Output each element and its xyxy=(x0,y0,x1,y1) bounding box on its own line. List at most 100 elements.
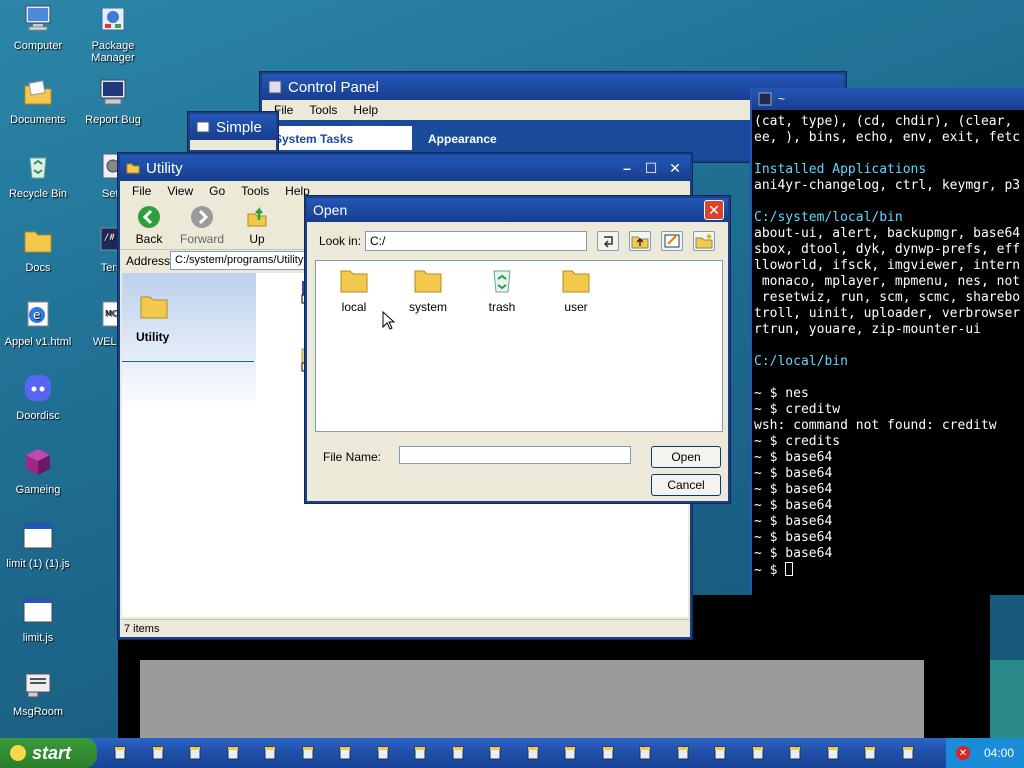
close-button[interactable]: ✕ xyxy=(704,200,724,220)
up-one-level-button[interactable] xyxy=(629,231,651,251)
utility-titlebar[interactable]: Utility – ☐ ✕ xyxy=(120,155,690,181)
taskbar-app-button[interactable] xyxy=(602,746,614,760)
menu-view[interactable]: View xyxy=(159,184,201,198)
desktop-icon-gameing[interactable]: Gameing xyxy=(0,446,76,496)
terminal-prompt[interactable]: ~ $ xyxy=(754,562,1022,579)
taskbar-app-button[interactable] xyxy=(677,746,689,760)
taskbar-app-button[interactable] xyxy=(264,746,276,760)
taskbar-app-button[interactable] xyxy=(377,746,389,760)
look-in-select[interactable]: C:/ xyxy=(365,231,587,251)
taskbar-app-button[interactable] xyxy=(564,746,576,760)
desktop-icon-report-bug[interactable]: Report Bug xyxy=(75,76,151,126)
desktop-icon-msgroom[interactable]: MsgRoom xyxy=(0,668,76,718)
app-icon xyxy=(189,746,201,760)
edit-button[interactable] xyxy=(661,231,683,251)
desktop-icon-docs[interactable]: Docs xyxy=(0,224,76,274)
app-icon xyxy=(414,746,426,760)
menu-tools[interactable]: Tools xyxy=(233,184,277,198)
desktop-icon-computer[interactable]: Computer xyxy=(0,2,76,52)
open-button[interactable]: Open xyxy=(651,446,721,468)
terminal-line: ~ $ base64 xyxy=(754,466,833,481)
desktop-icon-package-manager[interactable]: Package Manager xyxy=(75,2,151,64)
app-icon xyxy=(527,746,538,760)
open-dialog[interactable]: Open ✕ Look in: C:/ local system trash u… xyxy=(305,196,730,503)
taskbar-app-button[interactable] xyxy=(714,746,726,760)
menu-go[interactable]: Go xyxy=(201,184,233,198)
system-tasks-header[interactable]: System Tasks xyxy=(268,126,412,150)
taskbar-app-button[interactable] xyxy=(639,746,651,760)
simple-titlebar[interactable]: Simple xyxy=(190,114,276,140)
taskbar-app-button[interactable] xyxy=(452,746,464,760)
up-label: Up xyxy=(249,232,265,246)
desktop-icon-recycle-bin[interactable]: Recycle Bin xyxy=(0,150,76,200)
error-icon[interactable]: ✕ xyxy=(956,746,970,760)
taskbar-app-button[interactable] xyxy=(789,746,801,760)
taskbar-app-button[interactable] xyxy=(189,746,201,760)
game-cube-icon xyxy=(26,449,50,475)
computer-icon xyxy=(25,5,51,31)
desktop-icon-doordisc[interactable]: Doordisc xyxy=(0,372,76,422)
documents-folder-icon xyxy=(24,80,52,105)
terminal-line: ~ $ nes xyxy=(754,386,809,401)
terminal-output[interactable]: (cat, type), (cd, chdir), (clear, ee, ), … xyxy=(752,110,1024,590)
taskbar-app-button[interactable] xyxy=(902,746,914,760)
up-button[interactable]: Up xyxy=(242,205,272,246)
smiley-icon xyxy=(10,745,26,761)
folder-icon xyxy=(340,270,368,293)
desktop-icon-limit[interactable]: limit.js xyxy=(0,594,76,644)
app-icon xyxy=(227,746,238,760)
start-button[interactable]: start xyxy=(0,738,97,768)
taskbar-app-button[interactable] xyxy=(864,746,876,760)
menu-tools[interactable]: Tools xyxy=(301,103,345,117)
side-title: Utility xyxy=(136,330,170,344)
taskbar-app-button[interactable] xyxy=(302,746,314,760)
terminal-line: Installed Applications xyxy=(754,162,927,177)
simple-window[interactable]: Simple xyxy=(188,112,278,152)
desktop-icon-label: MsgRoom xyxy=(12,706,64,718)
window-title: Simple xyxy=(216,118,262,136)
start-label: start xyxy=(32,742,72,763)
desktop-icon-appel[interactable]: e Appel v1.html xyxy=(0,298,76,348)
taskbar-app-button[interactable] xyxy=(527,746,539,760)
taskbar-app-button[interactable] xyxy=(827,746,839,760)
go-to-parent-button[interactable] xyxy=(597,231,619,251)
menu-help[interactable]: Help xyxy=(345,103,386,117)
svg-text:e: e xyxy=(33,308,40,322)
terminal-window[interactable]: ~ (cat, type), (cd, chdir), (clear, ee, )… xyxy=(750,88,1024,595)
close-button[interactable]: ✕ xyxy=(666,159,684,177)
desktop-icon-limit-1-1[interactable]: limit (1) (1).js xyxy=(0,520,76,570)
taskbar-app-button[interactable] xyxy=(339,746,351,760)
minimize-button[interactable]: – xyxy=(618,159,636,177)
taskbar-app-button[interactable] xyxy=(152,746,164,760)
desktop-icon-documents[interactable]: Documents xyxy=(0,76,76,126)
taskbar-app-button[interactable] xyxy=(414,746,426,760)
taskbar-app-button[interactable] xyxy=(489,746,501,760)
back-arrow-icon xyxy=(138,206,160,228)
file-list[interactable]: local system trash user xyxy=(315,260,723,432)
folder-item-system[interactable]: system xyxy=(398,267,458,314)
taskbar-app-button[interactable] xyxy=(114,746,126,760)
terminal-titlebar[interactable]: ~ xyxy=(752,88,1024,110)
background-window-body xyxy=(140,660,924,738)
back-label: Back xyxy=(135,232,163,246)
app-icon xyxy=(114,746,126,760)
menu-file[interactable]: File xyxy=(124,184,159,198)
appearance-link[interactable]: Appearance xyxy=(428,132,497,146)
cancel-button[interactable]: Cancel xyxy=(651,474,721,496)
terminal-line: ~ $ credits xyxy=(754,434,841,449)
forward-arrow-icon xyxy=(191,206,213,228)
up-folder-icon xyxy=(247,206,267,227)
back-button[interactable]: Back xyxy=(132,205,166,246)
folder-item-trash[interactable]: trash xyxy=(472,267,532,314)
new-folder-button[interactable] xyxy=(693,231,715,251)
file-name-input[interactable] xyxy=(399,446,631,464)
look-in-label: Look in: xyxy=(319,234,362,248)
taskbar-app-button[interactable] xyxy=(752,746,764,760)
folder-item-local[interactable]: local xyxy=(324,267,384,314)
folder-item-user[interactable]: user xyxy=(546,267,606,314)
maximize-button[interactable]: ☐ xyxy=(642,159,660,177)
address-input[interactable]: C:/system/programs/Utility xyxy=(170,251,310,270)
open-titlebar[interactable]: Open ✕ xyxy=(307,198,728,222)
taskbar-app-button[interactable] xyxy=(227,746,239,760)
forward-button[interactable]: Forward xyxy=(180,205,224,246)
